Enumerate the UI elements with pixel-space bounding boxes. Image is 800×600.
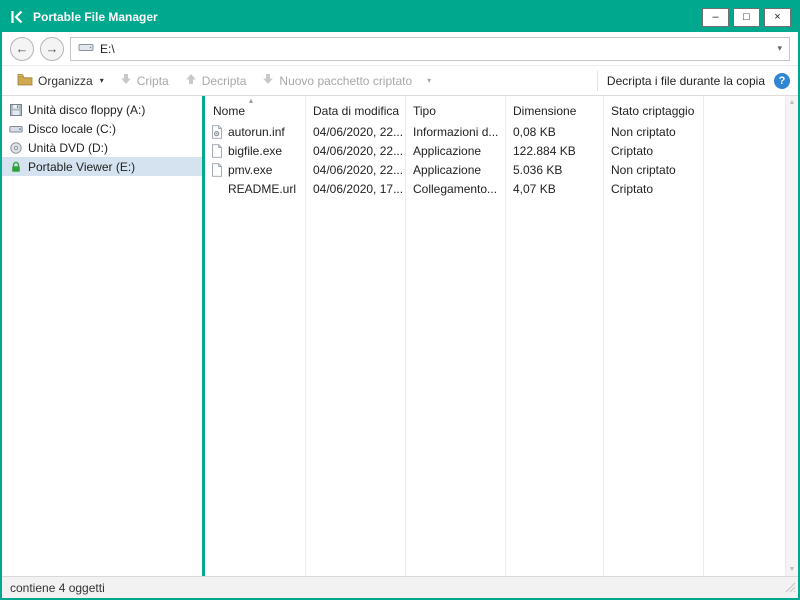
autorun-file-icon <box>211 125 223 139</box>
sidebar-item-portable-viewer-e[interactable]: Portable Viewer (E:) <box>2 157 202 176</box>
application-file-icon <box>211 163 223 177</box>
forward-button[interactable]: → <box>40 37 64 61</box>
sidebar-item-dvd-d[interactable]: Unità DVD (D:) <box>2 138 202 157</box>
sidebar-item-label: Portable Viewer (E:) <box>28 160 135 174</box>
file-modified: 04/06/2020, 22... <box>305 144 405 158</box>
window-title: Portable File Manager <box>33 10 694 24</box>
toolbar: Organizza ▾ Cripta Decripta Nuovo pacche… <box>2 66 798 96</box>
column-header-name[interactable]: Nome <box>205 104 305 118</box>
address-dropdown-icon[interactable]: ▾ <box>777 43 782 54</box>
lock-icon <box>9 160 23 174</box>
close-button[interactable]: × <box>764 8 791 27</box>
file-row[interactable]: README.url 04/06/2020, 17... Collegament… <box>205 179 785 198</box>
file-modified: 04/06/2020, 17... <box>305 182 405 196</box>
sidebar: Unità disco floppy (A:) Disco locale (C:… <box>2 96 202 576</box>
column-header-modified[interactable]: Data di modifica <box>305 104 405 118</box>
sidebar-item-local-disk-c[interactable]: Disco locale (C:) <box>2 119 202 138</box>
file-name: autorun.inf <box>228 125 285 139</box>
chevron-down-icon: ▾ <box>100 76 104 85</box>
file-name: bigfile.exe <box>228 144 282 158</box>
file-encryption-status: Criptato <box>603 182 705 196</box>
file-modified: 04/06/2020, 22... <box>305 163 405 177</box>
encrypt-label: Cripta <box>137 74 169 88</box>
new-encrypted-package-label: Nuovo pacchetto criptato <box>279 74 412 88</box>
column-divider[interactable] <box>505 96 506 576</box>
sidebar-item-label: Unità DVD (D:) <box>28 141 108 155</box>
folder-icon <box>17 73 33 89</box>
column-header-size[interactable]: Dimensione <box>505 104 603 118</box>
column-divider[interactable] <box>405 96 406 576</box>
titlebar: Portable File Manager – □ × <box>2 2 798 32</box>
navigation-bar: ← → E:\ ▾ <box>2 32 798 66</box>
status-text: contiene 4 oggetti <box>10 581 105 595</box>
minimize-button[interactable]: – <box>702 8 729 27</box>
file-size: 5.036 KB <box>505 163 603 177</box>
file-type: Collegamento... <box>405 182 505 196</box>
file-list: ▴ Nome Data di modifica Tipo Dimensione … <box>205 96 785 576</box>
scroll-down-icon[interactable]: ▼ <box>789 566 796 573</box>
file-row[interactable]: bigfile.exe 04/06/2020, 22... Applicazio… <box>205 141 785 160</box>
organize-label: Organizza <box>38 74 93 88</box>
file-encryption-status: Non criptato <box>603 125 705 139</box>
file-encryption-status: Non criptato <box>603 163 705 177</box>
decrypt-label: Decripta <box>202 74 247 88</box>
decrypt-arrow-icon <box>185 73 197 88</box>
package-arrow-icon <box>262 73 274 88</box>
file-size: 4,07 KB <box>505 182 603 196</box>
column-headers: Nome Data di modifica Tipo Dimensione St… <box>205 96 785 122</box>
organize-button[interactable]: Organizza ▾ <box>10 70 111 92</box>
back-button[interactable]: ← <box>10 37 34 61</box>
file-modified: 04/06/2020, 22... <box>305 125 405 139</box>
status-bar: contiene 4 oggetti <box>2 576 798 598</box>
file-type: Informazioni d... <box>405 125 505 139</box>
help-icon[interactable]: ? <box>774 73 790 89</box>
dvd-drive-icon <box>9 141 23 155</box>
vertical-scrollbar[interactable]: ▲ ▼ <box>785 96 798 576</box>
sidebar-item-label: Unità disco floppy (A:) <box>28 103 145 117</box>
file-size: 122.884 KB <box>505 144 603 158</box>
new-encrypted-package-button[interactable]: Nuovo pacchetto criptato ▾ <box>255 70 438 91</box>
resize-grip-icon[interactable] <box>785 582 796 596</box>
application-file-icon <box>211 144 223 158</box>
file-size: 0,08 KB <box>505 125 603 139</box>
maximize-button[interactable]: □ <box>733 8 760 27</box>
encrypt-arrow-icon <box>120 73 132 88</box>
window-controls: – □ × <box>702 8 791 27</box>
scroll-up-icon[interactable]: ▲ <box>789 99 796 106</box>
address-bar[interactable]: E:\ ▾ <box>70 37 790 61</box>
decrypt-button[interactable]: Decripta <box>178 70 254 91</box>
sidebar-item-label: Disco locale (C:) <box>28 122 116 136</box>
decrypt-on-copy-label: Decripta i file durante la copia <box>607 74 765 88</box>
file-row[interactable]: pmv.exe 04/06/2020, 22... Applicazione 5… <box>205 160 785 179</box>
main-area: Unità disco floppy (A:) Disco locale (C:… <box>2 96 798 576</box>
column-divider[interactable] <box>305 96 306 576</box>
file-name: pmv.exe <box>228 163 272 177</box>
column-header-encryption-status[interactable]: Stato criptaggio <box>603 104 705 118</box>
local-disk-icon <box>9 122 23 136</box>
file-type: Applicazione <box>405 144 505 158</box>
file-encryption-status: Criptato <box>603 144 705 158</box>
url-file-icon <box>211 182 223 196</box>
drive-icon <box>78 41 94 57</box>
toolbar-separator <box>597 71 598 91</box>
floppy-icon <box>9 103 23 117</box>
sidebar-item-floppy-a[interactable]: Unità disco floppy (A:) <box>2 100 202 119</box>
app-window: Portable File Manager – □ × ← → E:\ ▾ Or… <box>0 0 800 600</box>
column-divider[interactable] <box>703 96 704 576</box>
kaspersky-logo-icon <box>9 9 25 25</box>
column-divider[interactable] <box>603 96 604 576</box>
column-header-type[interactable]: Tipo <box>405 104 505 118</box>
file-type: Applicazione <box>405 163 505 177</box>
chevron-down-icon: ▾ <box>427 76 431 85</box>
address-text: E:\ <box>100 42 115 56</box>
file-row[interactable]: autorun.inf 04/06/2020, 22... Informazio… <box>205 122 785 141</box>
encrypt-button[interactable]: Cripta <box>113 70 176 91</box>
file-name: README.url <box>228 182 296 196</box>
